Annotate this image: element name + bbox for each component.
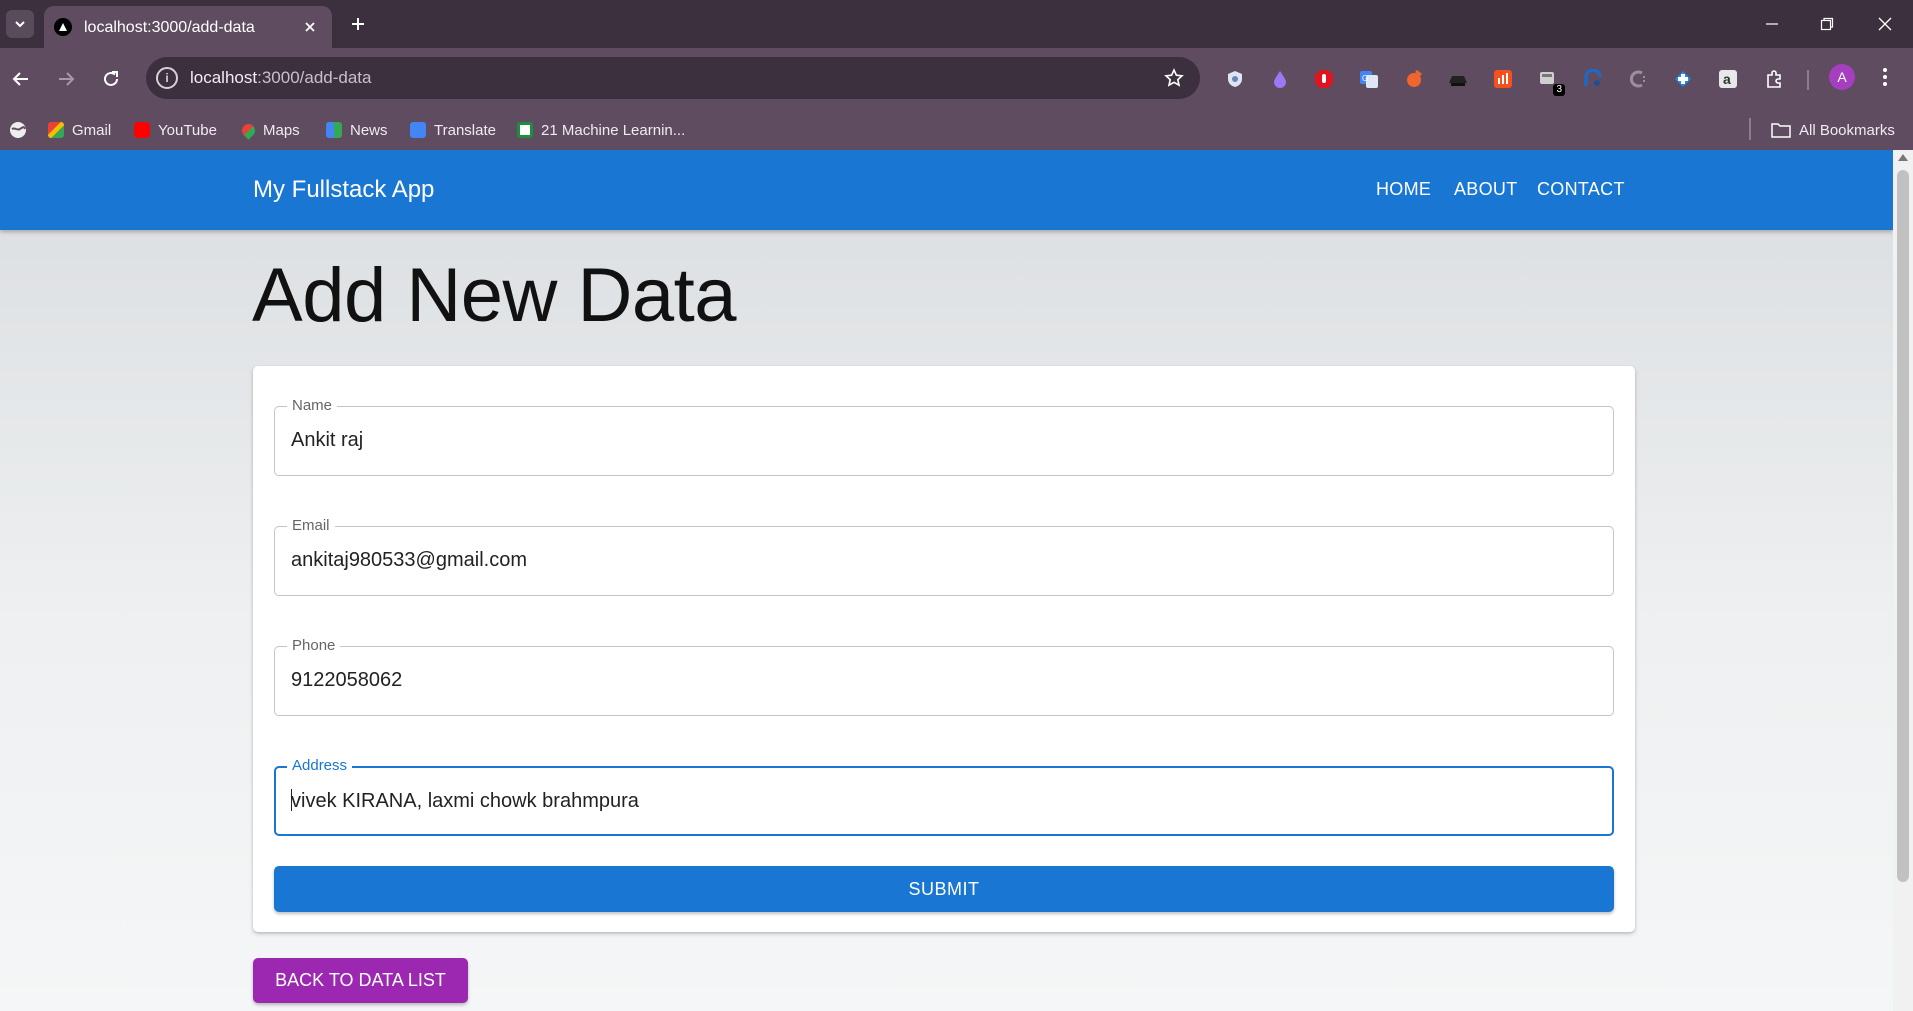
name-field[interactable]: Name Ankit raj: [274, 397, 1614, 476]
tab-strip: localhost:3000/add-data: [0, 0, 1913, 48]
restore-icon: [1820, 17, 1834, 31]
email-field[interactable]: Email ankitaj980533@gmail.com: [274, 517, 1614, 596]
tab-title: localhost:3000/add-data: [84, 19, 255, 36]
adblock-extension-icon[interactable]: [1311, 66, 1337, 92]
app-bar: My Fullstack App HOME ABOUT CONTACT: [0, 150, 1893, 230]
url-text: localhost:3000/add-data: [190, 68, 372, 87]
nav-contact-link[interactable]: CONTACT: [1537, 179, 1625, 200]
extensions-puzzle-icon[interactable]: [1761, 66, 1787, 92]
svg-text:a: a: [1723, 71, 1731, 87]
phone-field[interactable]: Phone 9122058062: [274, 637, 1614, 716]
reload-icon: [104, 71, 118, 86]
reload-button[interactable]: [94, 62, 128, 96]
news-icon: [326, 122, 342, 138]
address-bar[interactable]: i localhost:3000/add-data: [146, 57, 1200, 99]
maps-icon: [239, 120, 258, 140]
tab-search-button[interactable]: [6, 10, 34, 38]
name-field-value: Ankit raj: [291, 429, 364, 451]
page-title: Add New Data: [252, 253, 737, 338]
toolbar-separator: [1807, 70, 1809, 90]
tab-manager-extension-icon[interactable]: 3: [1535, 66, 1565, 96]
browser-tab[interactable]: localhost:3000/add-data: [44, 6, 332, 48]
app-brand[interactable]: My Fullstack App: [253, 176, 434, 204]
close-icon: [1878, 17, 1892, 31]
close-window-button[interactable]: [1863, 8, 1907, 40]
orange-extension-icon[interactable]: [1401, 66, 1427, 92]
minimize-button[interactable]: [1750, 8, 1794, 40]
address-field-value: vivek KIRANA, laxmi chowk brahmpura: [291, 790, 639, 812]
web-page: My Fullstack App HOME ABOUT CONTACT Add …: [0, 150, 1893, 1011]
amazon-extension-icon[interactable]: a: [1715, 66, 1741, 92]
puzzle-blue-extension-icon[interactable]: [1670, 66, 1696, 92]
translate-icon: [410, 122, 426, 138]
bookmark-machine-learning[interactable]: 21 Machine Learnin...: [517, 115, 685, 145]
phone-field-label: Phone: [287, 637, 341, 654]
forward-nav-button[interactable]: [49, 62, 83, 96]
minimize-icon: [1766, 23, 1778, 25]
bookmarks-separator: [1749, 118, 1751, 140]
email-field-label: Email: [287, 517, 335, 534]
name-field-label: Name: [287, 397, 338, 414]
gmail-icon: [48, 122, 64, 138]
folder-icon: [1771, 123, 1791, 138]
bookmark-maps[interactable]: Maps: [239, 115, 300, 145]
nav-about-link[interactable]: ABOUT: [1454, 179, 1518, 200]
back-to-data-list-button[interactable]: BACK TO DATA LIST: [253, 958, 468, 1003]
address-field-value-wrapper: vivek KIRANA, laxmi chowk brahmpura: [291, 789, 639, 813]
blue-extension-icon[interactable]: [1580, 66, 1606, 92]
drop-extension-icon[interactable]: [1267, 66, 1293, 92]
nav-home-link[interactable]: HOME: [1376, 179, 1431, 200]
address-field-label: Address: [287, 757, 353, 774]
browser-menu-icon[interactable]: [1872, 64, 1898, 90]
scrollbar-thumb[interactable]: [1897, 170, 1909, 882]
site-info-icon[interactable]: i: [156, 67, 178, 89]
bookmark-translate[interactable]: Translate: [410, 115, 496, 145]
c-extension-icon[interactable]: [1625, 66, 1651, 92]
plus-icon: [352, 18, 364, 30]
bookmark-gmail[interactable]: Gmail: [48, 115, 111, 145]
bookmark-favicon-icon: [517, 122, 533, 138]
google-translate-extension-icon[interactable]: G: [1356, 66, 1382, 92]
page-scrollbar[interactable]: [1893, 150, 1913, 1011]
youtube-icon: [134, 122, 150, 138]
bookmarks-bar: Gmail YouTube Maps News Translate 21 Mac…: [0, 110, 1913, 150]
chevron-down-icon: [15, 21, 25, 28]
nextjs-favicon-icon: [54, 18, 72, 36]
bookmark-youtube[interactable]: YouTube: [134, 115, 217, 145]
extension-badge: 3: [1553, 84, 1565, 96]
svg-text:G: G: [1362, 74, 1368, 83]
email-field-value: ankitaj980533@gmail.com: [291, 549, 527, 571]
submit-button[interactable]: SUBMIT: [274, 866, 1614, 912]
shield-extension-icon[interactable]: [1222, 66, 1248, 92]
restore-button[interactable]: [1805, 8, 1849, 40]
chart-extension-icon[interactable]: [1490, 66, 1516, 92]
apps-icon[interactable]: [9, 115, 27, 145]
phone-field-value: 9122058062: [291, 669, 403, 691]
form-card: Name Ankit raj Email ankitaj980533@gmail…: [253, 366, 1635, 932]
address-field[interactable]: Address vivek KIRANA, laxmi chowk brahmp…: [274, 757, 1614, 836]
close-tab-icon[interactable]: [300, 17, 320, 37]
profile-avatar[interactable]: A: [1829, 64, 1855, 90]
bookmark-star-icon[interactable]: [1162, 66, 1186, 90]
arrow-right-icon: [59, 72, 75, 86]
all-bookmarks-button[interactable]: All Bookmarks: [1771, 115, 1895, 145]
scroll-up-arrow-icon[interactable]: [1898, 154, 1908, 161]
hat-extension-icon[interactable]: [1445, 66, 1471, 92]
back-nav-button[interactable]: [4, 62, 38, 96]
new-tab-button[interactable]: [344, 10, 372, 38]
bookmark-news[interactable]: News: [326, 115, 388, 145]
arrow-left-icon: [12, 72, 28, 86]
